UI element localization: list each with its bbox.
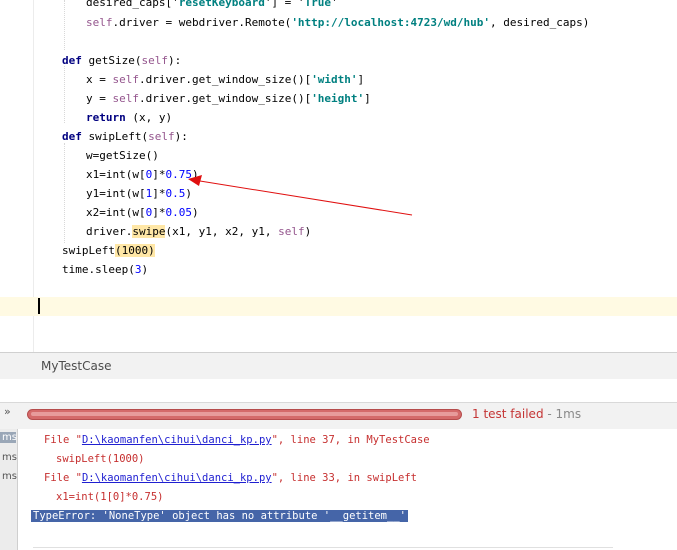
traceback-code: x1=int(1[0]*0.75) bbox=[56, 491, 164, 503]
error-message[interactable]: TypeError: 'NoneType' object has no attr… bbox=[31, 510, 408, 522]
traceback-text: File " bbox=[44, 472, 82, 484]
test-status: 1 test failed - 1ms bbox=[472, 407, 581, 421]
status-separator: - bbox=[543, 407, 556, 421]
traceback-text: File " bbox=[44, 434, 82, 446]
tree-time[interactable]: ms bbox=[0, 471, 17, 482]
status-failed-text: 1 test failed bbox=[472, 407, 544, 421]
tree-time[interactable]: ms bbox=[0, 452, 17, 463]
tree-time[interactable]: ms bbox=[0, 432, 17, 443]
error-line-wrapper: TypeError: 'NoneType' object has no attr… bbox=[31, 509, 408, 523]
traceback-line: File "D:\kaomanfen\cihui\danci_kp.py", l… bbox=[44, 471, 417, 485]
annotation-arrow bbox=[188, 175, 413, 216]
collapse-expand-icon[interactable]: » bbox=[4, 405, 11, 418]
file-link[interactable]: D:\kaomanfen\cihui\danci_kp.py bbox=[82, 472, 272, 484]
traceback-line: File "D:\kaomanfen\cihui\danci_kp.py", l… bbox=[44, 433, 430, 447]
traceback-text: ", line 33, in swipLeft bbox=[271, 472, 417, 484]
run-config-tab[interactable]: MyTestCase bbox=[41, 359, 111, 373]
traceback-text: ", line 37, in MyTestCase bbox=[271, 434, 430, 446]
traceback-code: swipLeft(1000) bbox=[56, 453, 145, 465]
test-progress-fill bbox=[31, 412, 458, 416]
status-time: 1ms bbox=[555, 407, 582, 421]
file-link[interactable]: D:\kaomanfen\cihui\danci_kp.py bbox=[82, 434, 272, 446]
console-divider bbox=[33, 547, 613, 548]
test-tree-panel[interactable]: ms ms ms bbox=[0, 429, 18, 550]
